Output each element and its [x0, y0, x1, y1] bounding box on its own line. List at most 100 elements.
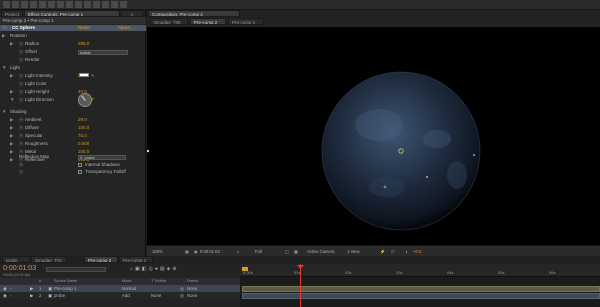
internal-shadows-checkbox[interactable]: [78, 163, 82, 167]
fast-preview-icon[interactable]: ⚡: [380, 248, 385, 255]
camera-dropdown[interactable]: Active Camera: [307, 248, 334, 255]
layer-bar-pre-comp-1[interactable]: [242, 286, 600, 292]
zoom-tool-icon[interactable]: [21, 1, 28, 8]
region-of-interest-icon[interactable]: ▢: [285, 248, 289, 255]
stopwatch-icon[interactable]: ◷: [19, 57, 23, 63]
clone-stamp-tool-icon[interactable]: [93, 1, 100, 8]
twirl-arrow-icon[interactable]: ▼: [10, 97, 14, 103]
puppet-tool-icon[interactable]: [120, 1, 127, 8]
layer-parent-dropdown[interactable]: None: [187, 285, 197, 292]
layer-parent-dropdown[interactable]: None: [187, 292, 197, 299]
exposure-icon[interactable]: ◑: [405, 248, 408, 255]
rotate-tool-icon[interactable]: [30, 1, 37, 8]
show-snapshot-icon[interactable]: ◐: [237, 248, 240, 255]
twirl-arrow-icon[interactable]: ▶: [10, 117, 13, 123]
effect-header-row[interactable]: fx CC Sphere Reset About...: [0, 25, 146, 31]
stopwatch-icon[interactable]: ◷: [19, 73, 23, 79]
stopwatch-icon[interactable]: ◷: [19, 97, 23, 103]
timeline-tab-pre-comp-1[interactable]: Pre-comp 1: [119, 256, 153, 263]
eraser-tool-icon[interactable]: [102, 1, 109, 8]
viewer-timecode[interactable]: 0:00:01:03: [200, 248, 220, 255]
stopwatch-icon[interactable]: ◷: [19, 125, 23, 131]
shading-prop-value[interactable]: 29.0: [78, 117, 87, 123]
roto-brush-tool-icon[interactable]: [111, 1, 118, 8]
light-color-swatch[interactable]: [79, 73, 89, 77]
timeline-switches-icons[interactable]: ⌂▣◧◎●▤◈⊕: [130, 266, 179, 272]
tab-project[interactable]: Project: [1, 10, 23, 17]
pan-behind-tool-icon[interactable]: [48, 1, 55, 8]
stopwatch-icon[interactable]: ◷: [19, 141, 23, 147]
shading-prop-row[interactable]: ▶ ◷ Specular 75.0: [0, 133, 146, 139]
stopwatch-icon[interactable]: ◷: [19, 117, 23, 123]
effect-prop-row[interactable]: ▶ ◷ Radius 288.0: [0, 41, 146, 47]
layer-bar-probe[interactable]: [242, 293, 600, 299]
mask-tool-icon[interactable]: [57, 1, 64, 8]
layer-audio-icon[interactable]: ▫: [10, 285, 12, 292]
composition-viewer[interactable]: [146, 27, 600, 245]
stopwatch-icon[interactable]: ◷: [19, 41, 23, 47]
timeline-tab-smudge[interactable]: Smudge_TOI: [31, 256, 67, 263]
layer-trkmat-dropdown[interactable]: None: [151, 292, 161, 299]
transparency-falloff-checkbox[interactable]: [78, 170, 82, 174]
effect-prop-row[interactable]: ◷ Render: [0, 57, 146, 63]
stopwatch-icon[interactable]: ◷: [19, 133, 23, 139]
render-dropdown[interactable]: Inside: [78, 49, 128, 55]
snapshot-camera-icon[interactable]: ◉: [194, 248, 198, 255]
layer-twirl-icon[interactable]: ▶: [30, 285, 33, 292]
layer-visibility-icon[interactable]: ◉: [3, 285, 7, 292]
effect-prop-row[interactable]: ▼◷Light Direction0x-38.0°: [0, 97, 146, 103]
shading-prop-value[interactable]: 0.000: [78, 141, 89, 147]
layer-audio-icon[interactable]: ▫: [10, 292, 12, 299]
views-dropdown[interactable]: 1 View: [347, 248, 360, 255]
timeline-track-area[interactable]: 0:00s 01s 02s 03s 04s 05s 06s: [240, 264, 600, 307]
shading-prop-row[interactable]: ▶ ◷ Diffuse 100.0: [0, 125, 146, 131]
current-time-display[interactable]: 0:00:01:03: [3, 265, 36, 272]
brush-tool-icon[interactable]: [84, 1, 91, 8]
effect-prop-row[interactable]: ▼ Light: [0, 65, 146, 71]
timeline-tab-probe[interactable]: probe: [2, 256, 30, 263]
parent-pickwhip-icon[interactable]: ◎: [180, 292, 184, 299]
selection-tool-icon[interactable]: [3, 1, 10, 8]
parent-pickwhip-icon[interactable]: ◎: [180, 285, 184, 292]
pen-tool-icon[interactable]: [66, 1, 73, 8]
layer-type-icon[interactable]: ▣: [48, 292, 52, 299]
effect-prop-row[interactable]: ▶ ◷ Light Height 40.0: [0, 89, 146, 95]
layer-visibility-icon[interactable]: ◉: [3, 292, 7, 299]
stopwatch-icon[interactable]: ◷: [19, 49, 23, 55]
stopwatch-icon[interactable]: ◷: [19, 162, 23, 168]
reflection-map-dropdown[interactable]: 2. probe: [78, 154, 126, 160]
effect-prop-row[interactable]: ◷ Light Color: [0, 81, 146, 87]
timeline-search-input[interactable]: [46, 267, 106, 272]
resolution-dropdown[interactable]: Full: [255, 248, 262, 255]
effect-prop-row[interactable]: ▶◷Light Intensity21.0: [0, 73, 146, 79]
twirl-arrow-icon[interactable]: ▶: [10, 89, 13, 95]
hand-tool-icon[interactable]: [12, 1, 19, 8]
stopwatch-icon[interactable]: ◷: [19, 169, 23, 175]
layer-mode-dropdown[interactable]: Normal: [122, 285, 136, 292]
effect-prop-row[interactable]: ▶ Rotation: [0, 33, 146, 39]
shading-prop-row[interactable]: ▼ Shading: [0, 109, 146, 115]
shading-prop-value[interactable]: 100.0: [78, 125, 89, 131]
panel-menu-icon[interactable]: ≡: [121, 10, 143, 17]
twirl-arrow-icon[interactable]: ▶: [10, 133, 13, 139]
effect-prop-value[interactable]: 288.0: [78, 41, 89, 47]
stopwatch-icon[interactable]: ◷: [19, 89, 23, 95]
grid-icon[interactable]: ▦: [185, 248, 189, 255]
about-link[interactable]: About...: [118, 25, 134, 31]
layer-row[interactable]: ◉ ▫ ▶ 2 ▣ probe Add None ◎ None: [0, 292, 240, 299]
comp-tab-smudge[interactable]: Smudge_TOI: [150, 18, 188, 25]
stopwatch-icon[interactable]: ◷: [19, 81, 23, 87]
text-tool-icon[interactable]: [75, 1, 82, 8]
tab-effect-controls[interactable]: Effect Controls: Pre-comp 1: [24, 10, 120, 17]
twirl-arrow-icon[interactable]: ▶: [10, 41, 13, 47]
zoom-dropdown[interactable]: 100%: [152, 248, 163, 255]
twirl-arrow-icon[interactable]: ▶: [10, 141, 13, 147]
eyedropper-icon[interactable]: ✎: [91, 73, 96, 78]
fx-icon[interactable]: fx: [3, 25, 7, 31]
shading-prop-value[interactable]: 75.0: [78, 133, 87, 139]
twirl-arrow-icon[interactable]: ▶: [10, 73, 13, 79]
comp-tab-pre-comp-2[interactable]: Pre-comp 2: [190, 18, 226, 25]
twirl-arrow-icon[interactable]: ▼: [2, 65, 6, 71]
transparency-grid-icon[interactable]: ▩: [294, 248, 298, 255]
exposure-value[interactable]: +0.0: [413, 248, 421, 255]
